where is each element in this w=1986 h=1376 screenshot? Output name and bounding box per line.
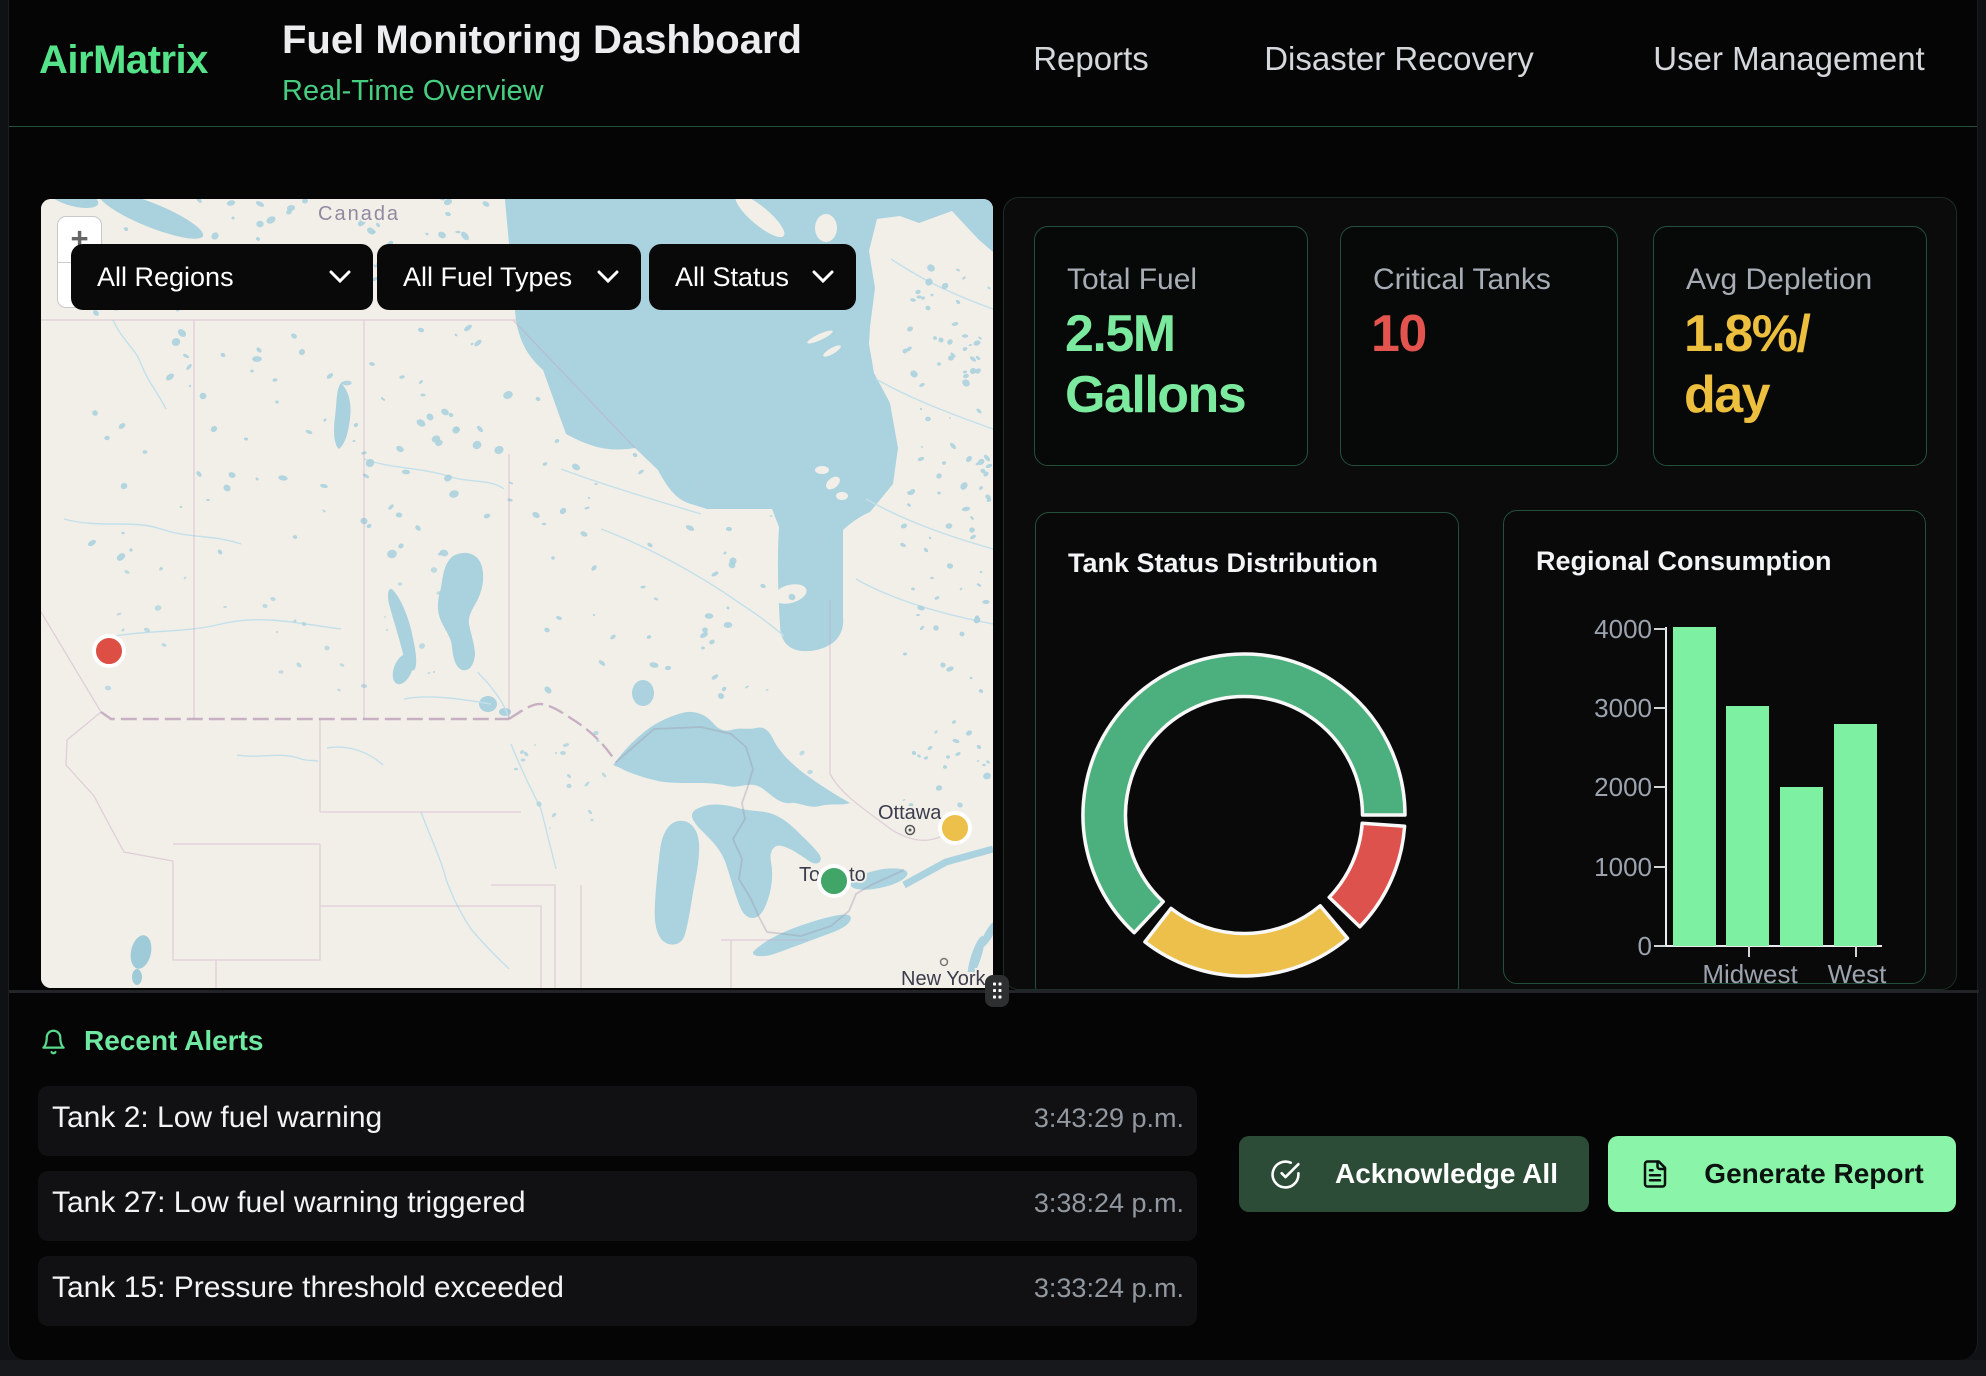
svg-text:Canada: Canada: [318, 203, 400, 225]
svg-text:Ottawa: Ottawa: [878, 802, 942, 824]
svg-text:4000: 4000: [1594, 614, 1652, 644]
svg-text:2000: 2000: [1594, 772, 1652, 802]
svg-text:New York: New York: [901, 968, 986, 988]
svg-text:0: 0: [1638, 931, 1652, 961]
svg-text:Midwest: Midwest: [1702, 959, 1798, 985]
svg-text:3000: 3000: [1594, 693, 1652, 723]
svg-text:1000: 1000: [1594, 852, 1652, 882]
svg-text:West: West: [1828, 959, 1888, 985]
